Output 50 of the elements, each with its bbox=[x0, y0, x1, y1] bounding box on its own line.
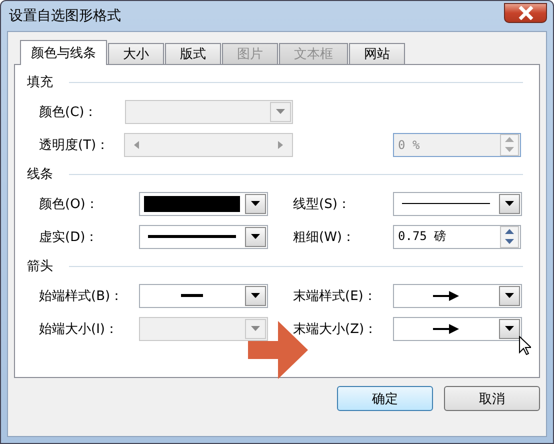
field-label: 粗细(W)： bbox=[293, 228, 356, 246]
field-label: 颜色(O)： bbox=[39, 196, 100, 212]
tab[interactable]: 颜色与线条 bbox=[20, 40, 107, 65]
arrow-icon bbox=[433, 324, 459, 334]
caret-icon bbox=[251, 234, 260, 239]
caret-icon bbox=[251, 201, 260, 206]
caret-icon bbox=[505, 293, 514, 298]
window-title: 设置自选图形格式 bbox=[8, 7, 121, 25]
field-label: 颜色(C)： bbox=[39, 104, 98, 120]
left-arrow-icon bbox=[134, 140, 140, 148]
dropdown[interactable] bbox=[393, 316, 522, 340]
caret-icon bbox=[505, 326, 514, 331]
caret-icon bbox=[276, 109, 285, 114]
section-heading: 填充 bbox=[27, 74, 53, 91]
dialog-button[interactable]: 取消 bbox=[444, 386, 540, 411]
section-heading: 线条 bbox=[27, 166, 53, 183]
line-sample bbox=[181, 294, 203, 297]
down-arrow-icon bbox=[505, 147, 514, 152]
caret-icon bbox=[251, 326, 260, 331]
field-label: 线型(S)： bbox=[293, 196, 352, 212]
field-label: 透明度(T)： bbox=[39, 136, 110, 154]
dropdown[interactable] bbox=[139, 284, 268, 308]
dropdown[interactable] bbox=[139, 192, 268, 216]
close-button[interactable] bbox=[504, 3, 547, 23]
caret-icon bbox=[251, 293, 260, 298]
tab[interactable]: 版式 bbox=[165, 43, 221, 64]
tab[interactable]: 大小 bbox=[108, 43, 164, 64]
close-icon bbox=[518, 6, 534, 20]
spin-value: 0 % bbox=[397, 138, 421, 152]
right-arrow-icon bbox=[278, 140, 283, 148]
cursor-icon bbox=[519, 336, 531, 355]
spin-value: 0.75 磅 bbox=[397, 228, 448, 245]
annotation-arrow bbox=[248, 321, 308, 379]
up-arrow-icon bbox=[505, 229, 514, 234]
field-label: 始端大小(I)： bbox=[39, 320, 119, 338]
field-label: 虚实(D)： bbox=[39, 228, 100, 246]
dropdown[interactable] bbox=[393, 192, 522, 216]
section-heading: 箭头 bbox=[27, 258, 53, 275]
dialog-button[interactable]: 确定 bbox=[337, 386, 433, 411]
tab[interactable]: 网站 bbox=[349, 43, 405, 64]
down-arrow-icon bbox=[505, 239, 514, 244]
field-label: 始端样式(B)： bbox=[39, 288, 124, 304]
dropdown[interactable] bbox=[139, 224, 268, 248]
arrow-icon bbox=[433, 290, 459, 300]
field-label: 末端大小(Z)： bbox=[293, 320, 378, 338]
dropdown[interactable] bbox=[393, 284, 522, 308]
up-arrow-icon bbox=[505, 137, 514, 142]
spin-field[interactable]: 0.75 磅 bbox=[393, 224, 521, 248]
field-label: 末端样式(E)： bbox=[293, 288, 378, 304]
caret-icon bbox=[505, 201, 514, 206]
